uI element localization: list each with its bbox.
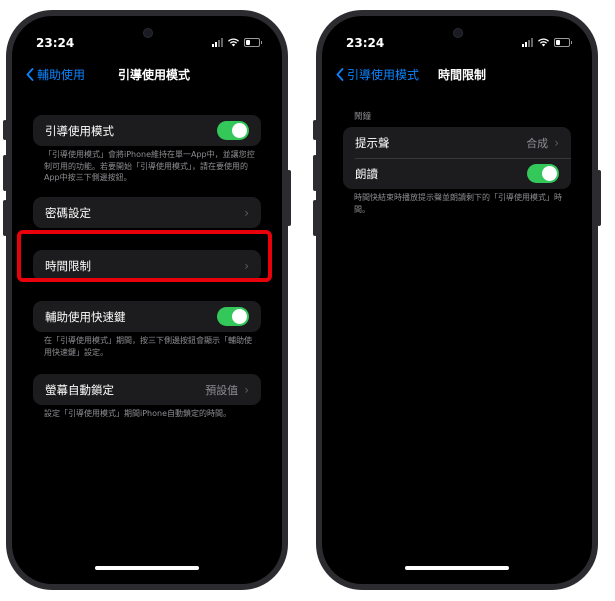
chevron-right-icon: › <box>244 205 249 220</box>
guided-access-toggle[interactable] <box>217 121 249 140</box>
auto-lock-value: 預設值 <box>205 383 239 397</box>
speak-toggle[interactable] <box>527 164 559 183</box>
chevron-right-icon: › <box>554 135 559 150</box>
back-label: 輔助使用 <box>37 68 86 82</box>
status-time: 23:24 <box>36 36 75 50</box>
shortcut-label: 輔助使用快速鍵 <box>45 309 126 324</box>
page-title: 引導使用模式 <box>118 68 191 82</box>
back-button[interactable]: 引導使用模式 <box>336 66 419 83</box>
chevron-left-icon <box>26 68 34 81</box>
page-title: 時間限制 <box>438 68 487 82</box>
cellular-signal-icon <box>212 38 223 47</box>
wifi-icon <box>228 38 239 47</box>
sound-value: 合成 <box>526 136 549 150</box>
left-phone: 23:24 輔助使用 引導使用模式 引導使用模式 「引導使用模式」會將iPhon… <box>3 10 291 590</box>
shortcut-group: 輔助使用快速鍵 <box>33 301 261 332</box>
auto-lock-label: 螢幕自動鎖定 <box>45 382 114 397</box>
passcode-group: 密碼設定 › <box>33 197 261 228</box>
wifi-icon <box>538 38 549 47</box>
sound-row[interactable]: 提示聲 合成 › <box>343 127 571 158</box>
right-screen: 23:24 引導使用模式 時間限制 鬧鐘 提示聲 合成 › 朗讀 時間快結束時播… <box>322 16 592 584</box>
right-phone: 23:24 引導使用模式 時間限制 鬧鐘 提示聲 合成 › 朗讀 時間快結束時播… <box>313 10 601 590</box>
status-bar: 23:24 <box>322 36 592 52</box>
chevron-right-icon: › <box>244 382 249 397</box>
time-limit-highlight-box <box>17 230 272 282</box>
cellular-signal-icon <box>522 38 533 47</box>
speak-note: 時間快結束時播放提示聲並朗讀剩下的「引導使用模式」時間。 <box>354 193 562 214</box>
speak-row: 朗讀 <box>343 158 571 189</box>
chevron-left-icon <box>336 68 344 81</box>
sound-label: 提示聲 <box>355 135 390 150</box>
passcode-settings-row[interactable]: 密碼設定 › <box>33 197 261 228</box>
speak-label: 朗讀 <box>355 166 378 181</box>
passcode-label: 密碼設定 <box>45 205 91 220</box>
left-screen: 23:24 輔助使用 引導使用模式 引導使用模式 「引導使用模式」會將iPhon… <box>12 16 282 584</box>
auto-lock-row[interactable]: 螢幕自動鎖定 預設值 › <box>33 374 261 405</box>
auto-lock-note: 設定「引導使用模式」期間iPhone自動鎖定的時間。 <box>44 409 232 418</box>
status-time: 23:24 <box>346 36 385 50</box>
alarm-section-header: 鬧鐘 <box>354 112 372 122</box>
guided-access-row: 引導使用模式 <box>33 115 261 146</box>
guided-access-group: 引導使用模式 <box>33 115 261 146</box>
navigation-bar: 輔助使用 引導使用模式 <box>12 66 282 86</box>
guided-access-note: 「引導使用模式」會將iPhone維持在單一App中，並讓您控制可用的功能。若要開… <box>44 150 255 182</box>
back-label: 引導使用模式 <box>347 68 420 82</box>
status-bar: 23:24 <box>12 36 282 52</box>
accessibility-shortcut-row: 輔助使用快速鍵 <box>33 301 261 332</box>
back-button[interactable]: 輔助使用 <box>26 66 85 83</box>
shortcut-note: 在「引導使用模式」期間，按三下側邊按鈕會顯示「輔助使用快速鍵」設定。 <box>44 336 252 357</box>
home-indicator[interactable] <box>95 566 199 570</box>
battery-icon <box>554 38 572 47</box>
alarm-group: 提示聲 合成 › 朗讀 <box>343 127 571 189</box>
autolock-group: 螢幕自動鎖定 預設值 › <box>33 374 261 405</box>
navigation-bar: 引導使用模式 時間限制 <box>322 66 592 86</box>
battery-icon <box>244 38 262 47</box>
home-indicator[interactable] <box>405 566 509 570</box>
guided-access-label: 引導使用模式 <box>45 123 114 138</box>
accessibility-shortcut-toggle[interactable] <box>217 307 249 326</box>
